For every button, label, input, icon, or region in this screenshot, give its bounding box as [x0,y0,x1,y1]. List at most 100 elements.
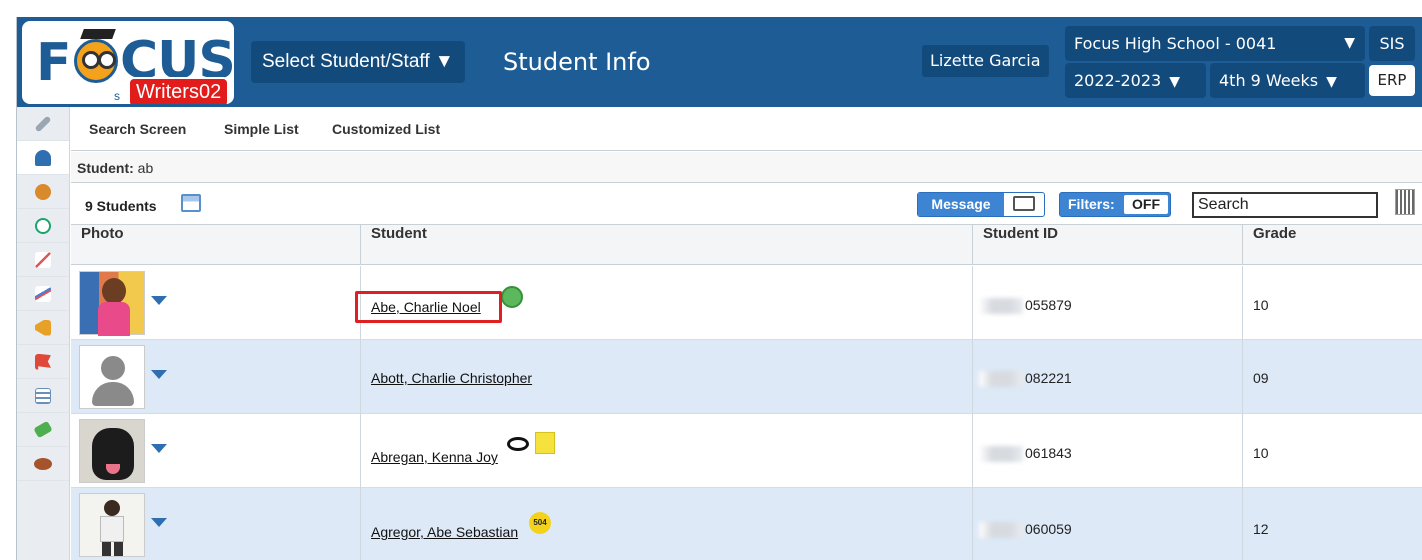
photo-cell [71,488,361,560]
grade-value: 10 [1253,445,1269,461]
sidebar-item-attendance[interactable] [17,209,69,243]
student-id-cell: 061843 [973,414,1243,488]
marking-period: 4th 9 Weeks [1219,71,1319,90]
sidebar-item-students[interactable] [17,141,69,175]
sidebar-item-messaging[interactable] [17,311,69,345]
student-cell: Abregan, Kenna Joy [361,414,973,488]
school-year: 2022-2023 [1074,71,1162,90]
app-window: F CUS s Writers02 Select Student/Staff ▼… [16,17,1422,560]
user-menu-button[interactable]: Lizette Garcia [922,45,1049,77]
student-photo[interactable] [79,419,145,483]
grade-cell: 10 [1243,266,1422,340]
focus-logo[interactable]: F CUS s Writers02 [22,21,234,104]
flag-icon [35,353,51,370]
student-photo[interactable] [79,271,145,336]
chevron-down-icon: ▼ [1169,74,1180,90]
sidebar-item-setup[interactable] [17,107,69,141]
student-id-value: 061843 [1025,445,1072,461]
sidebar-item-athletics[interactable] [17,447,69,481]
student-cell: Abott, Charlie Christopher [361,340,973,414]
chevron-down-icon[interactable] [151,296,167,305]
student-photo[interactable] [79,345,145,409]
grade-cell: 09 [1243,340,1422,414]
student-id: 055879 [979,297,1072,315]
graduation-cap-icon [80,29,116,39]
column-header-student[interactable]: Student [361,225,973,265]
wrench-icon [34,115,52,132]
filters-label: Filters: [1068,196,1115,212]
chevron-down-icon[interactable] [151,518,167,527]
search-input[interactable] [1192,192,1378,218]
student-id: 061843 [979,445,1072,463]
term-select[interactable]: 4th 9 Weeks ▼ [1210,63,1365,98]
sidebar [17,107,70,560]
select-student-staff-button[interactable]: Select Student/Staff ▼ [251,41,465,83]
clock-icon [35,217,51,234]
table-row[interactable]: Abe, Charlie Noel 055879 10 [71,266,1422,340]
environment-badge: Writers02 [128,77,230,104]
export-icon[interactable] [181,194,201,212]
football-icon [34,457,52,470]
student-name-link[interactable]: Agregor, Abe Sebastian [371,524,518,540]
sidebar-item-grades[interactable] [17,243,69,277]
sidebar-item-users[interactable] [17,175,69,209]
filters-state: OFF [1124,195,1168,214]
student-id-value: 060059 [1025,521,1072,537]
breadcrumb-value: ab [137,160,154,176]
table-row[interactable]: Agregor, Abe Sebastian 504 060059 12 [71,488,1422,560]
simple-list-link[interactable]: Simple List [224,121,299,137]
customized-list-link[interactable]: Customized List [332,121,440,137]
504-plan-icon: 504 [529,512,551,534]
student-id: 060059 [979,521,1072,539]
qr-code-icon[interactable] [1395,189,1415,215]
student-id-value: 055879 [1025,297,1072,313]
chevron-down-icon[interactable] [151,444,167,453]
breadcrumb-label: Student: [77,160,134,176]
sidebar-item-discipline[interactable] [17,345,69,379]
column-header-grade[interactable]: Grade [1243,225,1422,265]
erp-button[interactable]: ERP [1369,65,1415,96]
grade-value: 09 [1253,370,1269,386]
grade-value: 12 [1253,521,1269,537]
sidebar-item-forms[interactable] [17,379,69,413]
logo-letter-f: F [36,33,72,93]
student-cell: Abe, Charlie Noel [355,266,973,340]
school-select[interactable]: Focus High School - 0041 ▼ [1065,26,1365,61]
page-title: Student Info [503,48,651,76]
chevron-down-icon[interactable] [151,370,167,379]
main-content: Search Screen Simple List Customized Lis… [71,107,1422,560]
logo-subtext: s [114,89,120,103]
result-count: 9 Students [85,198,157,214]
speech-bubble-icon [1013,196,1035,211]
message-label: Message [918,193,1004,216]
green-person-icon [501,286,523,308]
users-icon [35,183,51,200]
student-photo[interactable] [79,493,145,557]
filters-toggle[interactable]: Filters: OFF [1059,192,1171,217]
column-header-student-id[interactable]: Student ID [973,225,1243,265]
column-header-photo[interactable]: Photo [71,225,361,265]
student-name-link[interactable]: Abott, Charlie Christopher [371,370,532,386]
sidebar-item-reports[interactable] [17,277,69,311]
student-id: 082221 [979,370,1072,388]
eye-icon [507,437,529,451]
sidebar-item-billing[interactable] [17,413,69,447]
grade-value: 10 [1253,297,1269,313]
megaphone-icon [35,319,51,336]
chevron-down-icon: ▼ [1344,35,1355,51]
table-row[interactable]: Abott, Charlie Christopher 082221 09 [71,340,1422,414]
year-select[interactable]: 2022-2023 ▼ [1065,63,1206,98]
top-header: F CUS s Writers02 Select Student/Staff ▼… [17,17,1422,107]
grades-chart-icon [35,251,51,268]
message-button[interactable]: Message [917,192,1045,217]
breadcrumb: Student: ab [71,152,1422,183]
student-name-link[interactable]: Abregan, Kenna Joy [371,449,498,465]
table-row[interactable]: Abregan, Kenna Joy 061843 10 [71,414,1422,488]
sticky-note-icon [535,432,555,454]
sis-button[interactable]: SIS [1369,26,1415,61]
search-screen-link[interactable]: Search Screen [89,121,186,137]
photo-cell [71,340,361,414]
list-toolbar: 9 Students Message Filters: OFF [71,184,1422,225]
form-icon [35,387,51,404]
grade-cell: 10 [1243,414,1422,488]
